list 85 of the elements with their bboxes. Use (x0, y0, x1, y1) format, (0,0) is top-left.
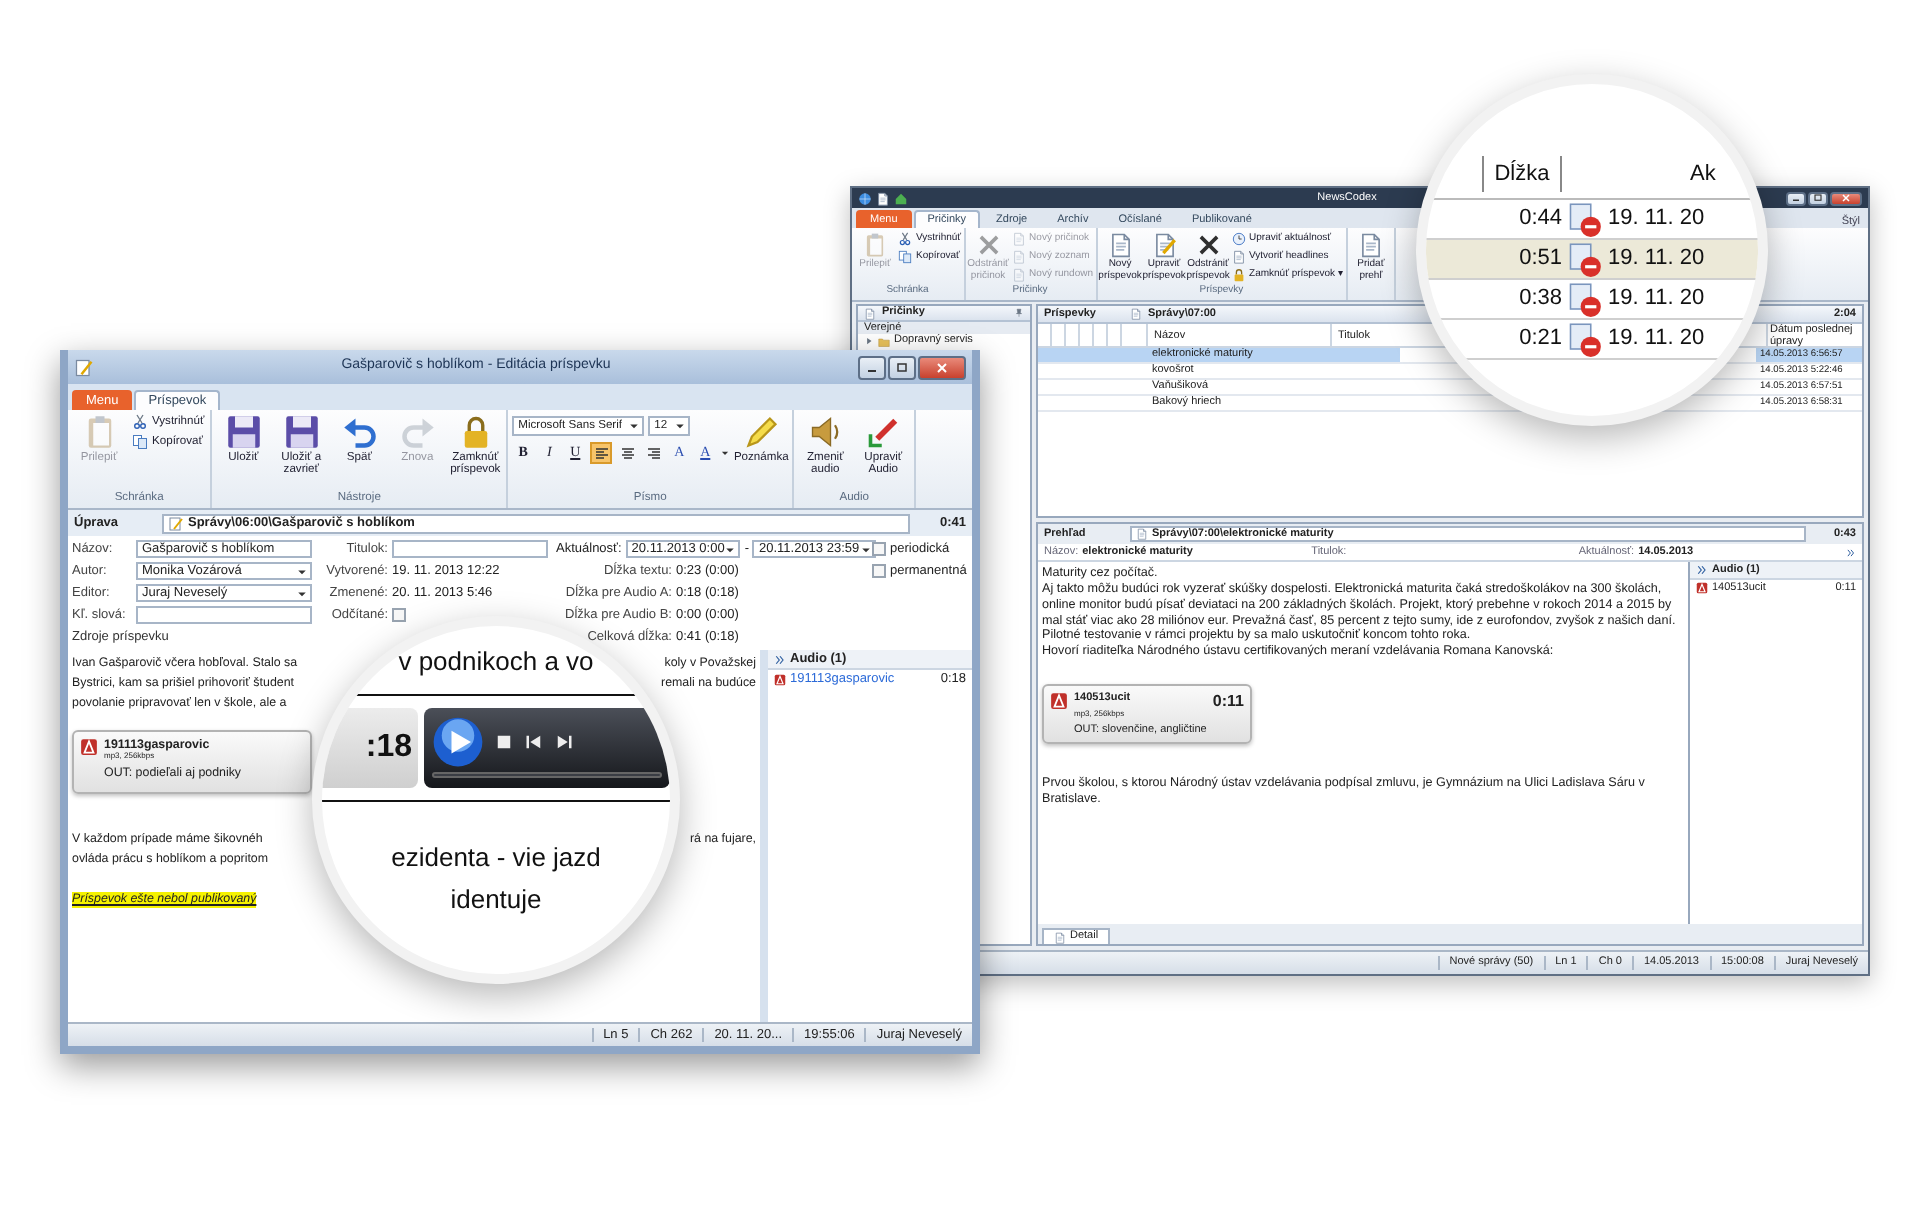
stop-badge-icon (1566, 201, 1602, 237)
duration-text: 0:21 (1517, 324, 1562, 355)
document-icon (876, 191, 890, 205)
align-button[interactable] (590, 442, 613, 464)
duration-text: 0:11 (1212, 692, 1244, 711)
play-button[interactable] (432, 716, 484, 768)
clock-icon (1231, 232, 1246, 246)
caret-icon (628, 420, 641, 432)
audio-file-icon (774, 674, 786, 687)
align-left-icon (593, 445, 610, 461)
align-center-icon (619, 445, 636, 461)
checkbox[interactable] (392, 608, 406, 622)
audio-file-icon (1050, 692, 1068, 711)
magnified-text: identuje (450, 882, 542, 918)
audio-file-icon (80, 738, 98, 756)
magnified-text: ezidenta - vie jazd (391, 839, 601, 876)
duration-text: 0:44 (1517, 204, 1562, 235)
date-text: 19. 11. 20 (1606, 284, 1707, 315)
audio-file-icon (1696, 582, 1708, 595)
copy-icon (898, 250, 912, 264)
speaker-icon (807, 414, 844, 450)
minimize-button[interactable] (858, 355, 886, 379)
duration-text: 0:51 (1517, 244, 1562, 275)
chevron-icon (774, 653, 786, 666)
checkbox[interactable] (872, 564, 886, 578)
align-button[interactable] (642, 442, 665, 464)
progress-track[interactable] (432, 772, 662, 778)
caret-icon (724, 543, 737, 555)
scissors-icon (132, 414, 148, 430)
stop-badge-icon (1566, 241, 1602, 277)
redo-icon (399, 414, 436, 450)
padlock-icon (1231, 268, 1246, 282)
align-button[interactable] (616, 442, 639, 464)
chevron-icon (1696, 564, 1708, 577)
date-text: 19. 11. 20 (1606, 244, 1707, 275)
maximize-button[interactable] (1808, 191, 1828, 205)
globe-icon (858, 191, 872, 205)
next-button[interactable] (554, 732, 574, 752)
maximize-button[interactable] (888, 355, 916, 379)
stop-badge-icon (1566, 281, 1602, 317)
caret-icon (673, 420, 686, 432)
column-header[interactable]: Dĺžka (1482, 156, 1562, 192)
document-icon (1011, 268, 1026, 282)
stop-badge-icon (1566, 321, 1602, 357)
previous-icon (524, 732, 544, 752)
align-right-icon (645, 445, 662, 461)
checkbox[interactable] (872, 542, 886, 556)
duration-text: 0:38 (1517, 284, 1562, 315)
pen-icon (865, 414, 902, 450)
chevron-icon (1846, 547, 1857, 557)
magnified-text: v podnikoch a vo (398, 644, 594, 680)
cross-icon (1195, 232, 1222, 258)
document-icon (1011, 232, 1026, 246)
previous-button[interactable] (524, 732, 544, 752)
date-text: 19. 11. 20 (1606, 324, 1707, 355)
stop-icon (494, 732, 514, 752)
copy-icon (132, 434, 148, 450)
list-row[interactable]: 0:21 19. 11. 20 (1426, 320, 1758, 360)
maximize-icon (1812, 192, 1824, 204)
next-icon (554, 732, 574, 752)
undo-icon (341, 414, 378, 450)
scissors-icon (898, 232, 912, 246)
duration-display: :18 (322, 707, 418, 787)
caret-icon (859, 543, 872, 555)
pin-icon (1014, 308, 1024, 318)
close-icon (934, 359, 950, 375)
date-text: 19. 11. 20 (1606, 204, 1707, 235)
close-icon (1840, 192, 1852, 204)
maximize-icon (894, 359, 910, 375)
stop-button[interactable] (494, 732, 514, 752)
clipboard-icon (862, 232, 888, 258)
input-field[interactable] (136, 606, 312, 624)
cross-icon (975, 232, 1002, 258)
list-row[interactable]: 0:51 19. 11. 20 (1426, 240, 1758, 280)
minimize-button[interactable] (1786, 191, 1806, 205)
document-icon (1011, 250, 1026, 264)
pencil-icon (743, 414, 780, 450)
column-header[interactable]: Ak (1602, 156, 1758, 192)
list-row[interactable]: 0:38 19. 11. 20 (1426, 280, 1758, 320)
input-field[interactable] (392, 540, 548, 558)
document-edit-icon (74, 357, 94, 377)
play-icon (432, 716, 484, 768)
document-icon (1231, 250, 1246, 264)
caret-icon (720, 448, 731, 458)
close-button[interactable] (1830, 191, 1862, 205)
